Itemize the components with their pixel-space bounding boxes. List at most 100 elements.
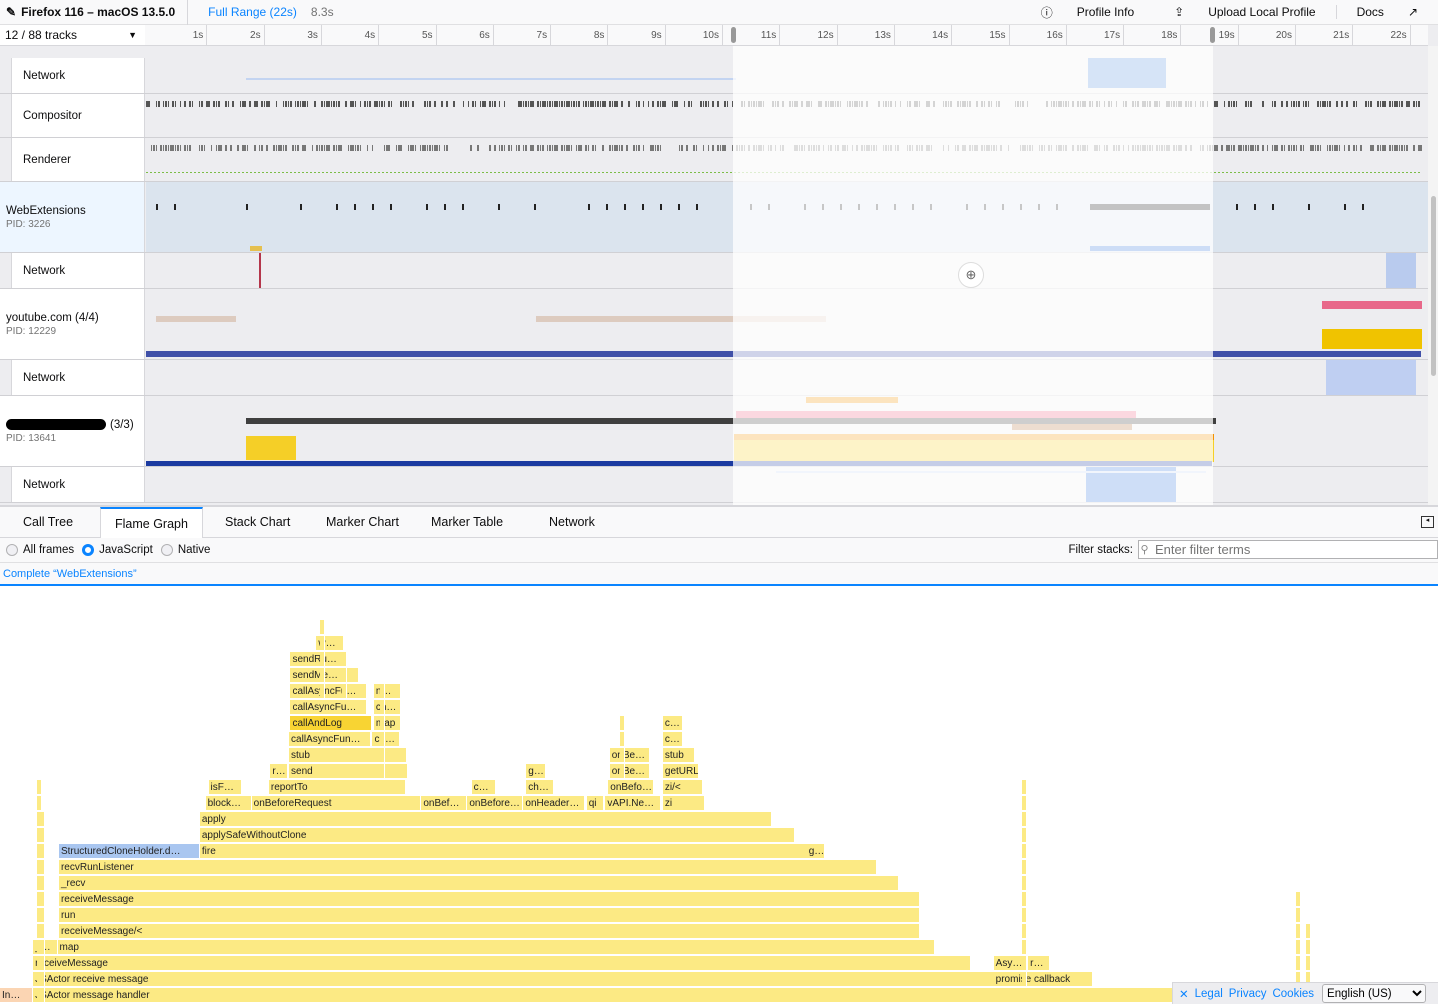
track-compositor[interactable]: Compositor	[0, 94, 1428, 138]
flame-frame-narrow[interactable]	[40, 940, 45, 955]
flame-frame[interactable]: apply	[199, 812, 773, 827]
flame-frame[interactable]: r…	[270, 764, 288, 779]
flame-frame[interactable]: onBe…	[609, 748, 650, 763]
flame-frame-narrow[interactable]	[40, 860, 45, 875]
flame-frame-narrow[interactable]	[37, 796, 42, 811]
flame-frame-narrow[interactable]	[1022, 844, 1027, 859]
track-graph[interactable]	[146, 94, 1428, 137]
flame-frame-narrow[interactable]	[1022, 828, 1027, 843]
track-graph[interactable]	[146, 138, 1428, 181]
flame-frame[interactable]: r…	[1028, 956, 1050, 971]
flame-frame[interactable]: n…	[373, 684, 402, 699]
flame-frame[interactable]: getURL	[662, 764, 699, 779]
radio-native[interactable]: Native	[155, 543, 210, 556]
flame-frame[interactable]: fire	[199, 844, 824, 859]
flame-frame[interactable]: ch…	[373, 700, 402, 715]
flame-frame[interactable]: map	[373, 716, 402, 731]
flame-frame[interactable]: recvRunListener	[58, 860, 878, 875]
privacy-link[interactable]: Privacy	[1229, 988, 1267, 1000]
timeline-ruler[interactable]: 1s 2s 3s 4s 5s 6s 7s 8s 9s 10s 11s 12s 13s 14s 15s 16s 1…	[145, 25, 1428, 46]
cookies-link[interactable]: Cookies	[1272, 988, 1314, 1000]
zoom-selection-button[interactable]: ⊕	[958, 262, 984, 288]
flame-frame[interactable]: onBeforeRequest	[251, 796, 422, 811]
flame-frame[interactable]: ch…	[526, 780, 554, 795]
track-graph[interactable]	[146, 360, 1428, 395]
docs-link[interactable]: Docs ↗	[1335, 5, 1438, 19]
flame-frame-narrow[interactable]	[1022, 892, 1027, 907]
flame-frame-narrow[interactable]	[380, 748, 385, 763]
track-label[interactable]: Network	[11, 58, 145, 93]
close-footer-icon[interactable]: ✕	[1179, 987, 1189, 1001]
preview-selection-duration[interactable]: 8.3s	[311, 5, 334, 19]
flame-frame[interactable]: g…	[526, 764, 547, 779]
flame-frame[interactable]: isF…	[208, 780, 242, 795]
flame-frame-narrow[interactable]	[1306, 956, 1311, 971]
flame-frame-narrow[interactable]	[1296, 892, 1301, 907]
flame-frame[interactable]: send	[289, 764, 409, 779]
track-network[interactable]: Network	[0, 58, 1428, 94]
tab-network[interactable]: Network	[535, 507, 609, 538]
flame-frame-narrow[interactable]	[342, 652, 347, 667]
flame-frame-narrow[interactable]	[1022, 812, 1027, 827]
track-network[interactable]: Network	[0, 467, 1428, 503]
track-graph[interactable]	[146, 289, 1428, 359]
scrollbar-thumb[interactable]	[1431, 196, 1436, 376]
track-label[interactable]: Network	[11, 253, 145, 288]
radio-all-frames[interactable]: All frames	[0, 543, 74, 556]
radio-circle[interactable]	[6, 543, 18, 556]
track-webextensions[interactable]: WebExtensions PID: 3226	[0, 182, 1428, 253]
legal-link[interactable]: Legal	[1195, 988, 1223, 1000]
flame-frame[interactable]: run	[58, 908, 921, 923]
flame-frame-narrow[interactable]	[40, 972, 45, 987]
flame-frame[interactable]: ch…	[372, 732, 400, 747]
flame-frame[interactable]: receiveMessage	[33, 956, 971, 971]
flame-frame-narrow[interactable]	[620, 764, 625, 779]
flame-frame-narrow[interactable]	[1022, 860, 1027, 875]
track-youtube-com-4-4[interactable]: youtube.com (4/4) PID: 12229	[0, 289, 1428, 360]
flame-frame-narrow[interactable]	[1296, 908, 1301, 923]
flame-frame[interactable]: vAPI.Ne…	[605, 796, 662, 811]
flame-frame[interactable]: callAsyncFu…	[290, 684, 367, 699]
flame-frame-narrow[interactable]	[1022, 972, 1027, 987]
flame-frame-narrow[interactable]	[320, 620, 325, 635]
track--3-3[interactable]: (3/3) PID: 13641	[0, 396, 1428, 467]
selection-start-handle[interactable]	[731, 27, 736, 43]
flame-frame[interactable]: c…	[662, 716, 684, 731]
flame-frame[interactable]: onHeader…	[523, 796, 586, 811]
flame-frame[interactable]: c…	[471, 780, 497, 795]
flame-frame-narrow[interactable]	[342, 684, 347, 699]
flame-frame-narrow[interactable]	[1022, 876, 1027, 891]
flame-frame[interactable]: stub	[289, 748, 407, 763]
flame-frame[interactable]: stub	[662, 748, 695, 763]
flame-frame-narrow[interactable]	[40, 828, 45, 843]
language-select[interactable]: English (US)	[1322, 984, 1427, 1003]
flame-frame-narrow[interactable]	[37, 780, 42, 795]
track-renderer[interactable]: Renderer	[0, 138, 1428, 182]
flame-frame[interactable]: onBef…	[421, 796, 468, 811]
flame-frame-narrow[interactable]	[1306, 940, 1311, 955]
track-label[interactable]: Compositor	[11, 94, 145, 137]
flame-frame-narrow[interactable]	[1296, 924, 1301, 939]
track-label[interactable]: Network	[11, 360, 145, 395]
track-graph[interactable]	[146, 467, 1428, 502]
flame-frame-narrow[interactable]	[620, 748, 625, 763]
track-graph[interactable]	[146, 253, 1428, 288]
flame-frame-narrow[interactable]	[380, 684, 385, 699]
flame-frame-narrow[interactable]	[320, 684, 325, 699]
flame-frame-narrow[interactable]	[1022, 956, 1027, 971]
flame-frame[interactable]: zi/<	[662, 780, 704, 795]
full-range-breadcrumb[interactable]: Full Range (22s)	[188, 5, 311, 19]
flame-frame-narrow[interactable]	[40, 988, 45, 1003]
flame-frame[interactable]: JSActor receive message	[33, 972, 1093, 987]
flame-frame[interactable]: qi	[586, 796, 604, 811]
flame-frame[interactable]: _recv	[58, 876, 899, 891]
tab-marker-chart[interactable]: Marker Chart	[312, 507, 413, 538]
flame-frame-narrow[interactable]	[40, 908, 45, 923]
track-graph[interactable]	[146, 396, 1428, 466]
radio-circle[interactable]	[160, 543, 173, 556]
radio-circle[interactable]	[82, 543, 95, 556]
timeline-scrollbar[interactable]	[1428, 46, 1438, 506]
flame-frame[interactable]: receiveMessage/<	[58, 924, 921, 939]
flame-frame-narrow[interactable]	[40, 956, 45, 971]
flame-frame-narrow[interactable]	[40, 844, 45, 859]
